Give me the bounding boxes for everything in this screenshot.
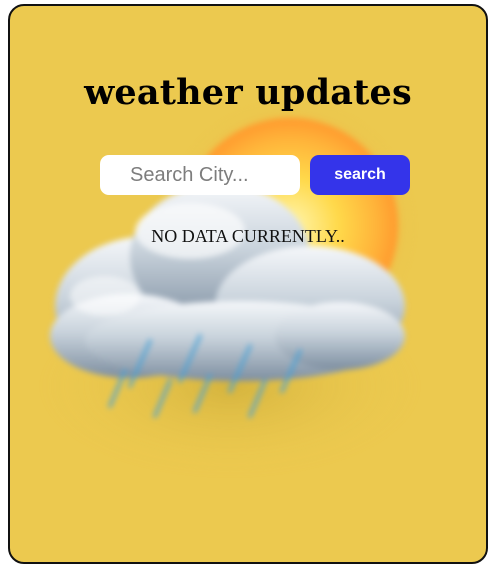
search-button[interactable]: search: [310, 155, 410, 195]
search-input[interactable]: [100, 155, 300, 195]
status-message: NO DATA CURRENTLY..: [151, 226, 345, 246]
weather-card: weather updates search NO DATA CURRENTLY…: [8, 4, 488, 564]
page-title: weather updates: [84, 72, 412, 113]
